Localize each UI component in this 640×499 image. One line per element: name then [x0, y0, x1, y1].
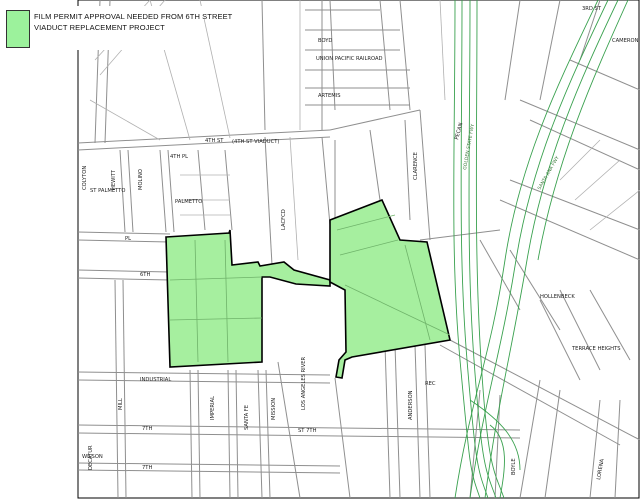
freeway-lines: [453, 0, 629, 499]
project-area-map: 4TH ST (4TH ST VIADUCT) 4TH PL PALMETTO …: [77, 0, 640, 499]
label-la-river: LOS ANGELES RIVER: [301, 356, 307, 410]
label-molino: MOLINO: [138, 169, 144, 190]
label-colyton: COLYTON: [82, 166, 88, 190]
label-pecan: PECAN: [454, 122, 464, 141]
label-seventh-st: 7TH: [142, 426, 152, 432]
label-union-pacific: UNION PACIFIC RAILROAD: [316, 56, 383, 62]
permit-area-west: [165, 229, 331, 368]
label-golden-state: GOLDEN STATE FWY: [462, 123, 476, 170]
street-network: [77, 0, 521, 499]
label-sixth-pl: PL: [125, 236, 131, 242]
label-decatur: DECATUR: [88, 445, 94, 470]
label-mill: MILL: [118, 398, 124, 410]
label-fourth-pl: 4TH PL: [170, 154, 188, 160]
label-terrace-heights: TERRACE HEIGHTS: [571, 346, 621, 352]
permit-area-east: [329, 198, 451, 379]
label-lacfcd: LACFCD: [281, 209, 287, 230]
label-boyd: BOYD: [318, 38, 332, 44]
permit-area: [165, 198, 451, 379]
label-fourth-viaduct: (4TH ST VIADUCT): [232, 139, 279, 145]
label-rec: REC: [425, 381, 436, 387]
label-industrial: INDUSTRIAL: [140, 377, 171, 383]
label-anderson: ANDERSON: [408, 390, 414, 420]
label-fourth-st: 4TH ST: [205, 138, 224, 144]
label-boyle: BOYLE: [511, 458, 517, 475]
label-cameron: CAMERON: [612, 38, 639, 44]
legend-swatch: [6, 10, 30, 48]
legend-line-1: FILM PERMIT APPROVAL NEEDED FROM 6TH STR…: [34, 12, 233, 21]
label-hewitt: HEWITT: [111, 169, 117, 190]
label-lorena: LORENA: [596, 458, 606, 480]
label-seventh-st-b: ST 7TH: [298, 428, 317, 434]
map-legend: FILM PERMIT APPROVAL NEEDED FROM 6TH STR…: [4, 6, 232, 50]
label-santa-fe: SANTA FE: [244, 405, 250, 430]
label-sixth-st: 6TH: [140, 272, 150, 278]
label-mission: MISSION: [271, 398, 277, 420]
label-third-st: 3RD ST: [582, 6, 602, 12]
label-st-palmetto: ST PALMETTO: [90, 188, 125, 194]
label-clarence: CLARENCE: [413, 152, 419, 180]
legend-line-2: VIADUCT REPLACEMENT PROJECT: [34, 23, 165, 32]
label-palmetto: PALMETTO: [175, 199, 202, 205]
label-seventh-pl: 7TH: [142, 465, 152, 471]
label-artemis: ARTEMIS: [318, 93, 341, 99]
label-imperial: IMPERIAL: [210, 396, 216, 420]
legend-text: FILM PERMIT APPROVAL NEEDED FROM 6TH STR…: [34, 11, 232, 33]
label-hollenbeck: HOLLENBECK: [540, 294, 575, 300]
